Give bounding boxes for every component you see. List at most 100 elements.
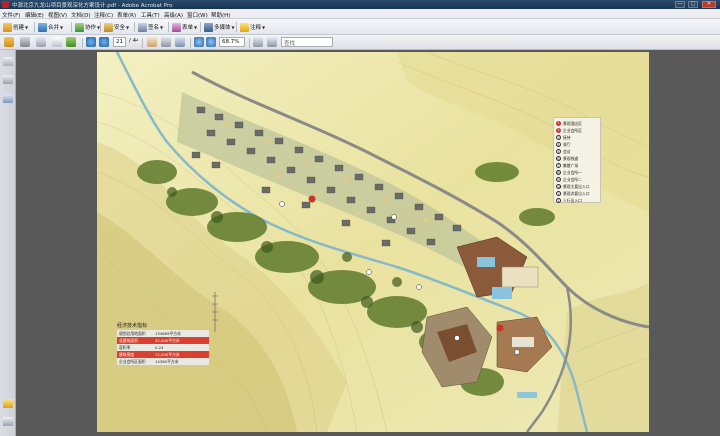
navigation-panel [0, 50, 16, 436]
legend-item: 9 企业会所二 [556, 176, 582, 182]
minimize-button[interactable]: — [675, 1, 685, 8]
legend-item: 10 景观主要出入口 [556, 183, 590, 189]
comment-button[interactable]: 注释 ▼ [240, 21, 265, 33]
zoom-level-select[interactable]: 68.7% [219, 37, 245, 47]
toolbar-separator [71, 22, 72, 32]
site-plan-image [97, 52, 649, 432]
menu-help[interactable]: 帮助(H) [211, 11, 230, 19]
chevron-down-icon: ▼ [231, 24, 235, 30]
legend-item: 5 会议 [556, 148, 571, 154]
toolbar-separator [190, 38, 191, 48]
chevron-down-icon: ▼ [25, 24, 29, 30]
maximize-button[interactable]: □ [688, 1, 698, 8]
open-folder-icon[interactable] [4, 37, 14, 47]
zoom-tool-icon[interactable] [175, 37, 185, 47]
forms-icon [172, 22, 181, 32]
toolbar-separator [34, 22, 35, 32]
create-button[interactable]: 创建 ▼ [3, 21, 28, 33]
fit-page-icon[interactable] [253, 37, 263, 47]
table-row: 建筑密度 12,000平方米 [117, 351, 209, 358]
legend-item: 11 景观次要出入口 [556, 190, 590, 196]
toolbar-separator [142, 38, 143, 48]
table-row: 总建筑面积 32,000平方米 [117, 337, 209, 344]
acrobat-icon [2, 1, 9, 8]
toolbar-separator [82, 38, 83, 48]
collaborate-icon [75, 22, 84, 32]
collaborate-button[interactable]: 协作 ▼ [75, 21, 100, 33]
hand-tool-icon[interactable] [147, 37, 157, 47]
legend-item: 3 接待 [556, 134, 571, 140]
legend-item: 12 人行出入口 [556, 197, 582, 203]
navigation-toolbar: 21 / 44 68.7% 查找 [0, 35, 720, 50]
menu-edit[interactable]: 编辑(E) [25, 11, 44, 19]
menu-document[interactable]: 文档(D) [71, 11, 91, 19]
close-button[interactable]: ✕ [702, 1, 716, 8]
page-icon[interactable] [52, 37, 62, 47]
toolbar-separator [168, 22, 169, 32]
menu-advanced[interactable]: 高级(A) [164, 11, 183, 19]
legend-item: 7 集散广场 [556, 162, 579, 168]
menu-tools[interactable]: 工具(T) [141, 11, 160, 19]
task-toolbar: 创建 ▼ 合并 ▼ 协作 ▼ 安全 ▼ 签名 ▼ 表单 ▼ 多媒体 ▼ 注释 ▼ [0, 19, 720, 35]
forms-button[interactable]: 表单 ▼ [172, 21, 197, 33]
title-bar: 中源北京九龙山项目景观深化方案设计.pdf - Adobe Acrobat Pr… [0, 0, 720, 9]
page-total: / 44 [129, 38, 138, 44]
toolbar-separator [200, 22, 201, 32]
email-icon[interactable] [36, 37, 46, 47]
table-row: 规划总用地面积 134669平方米 [117, 330, 209, 337]
menu-window[interactable]: 窗口(W) [187, 11, 208, 19]
pen-icon [138, 22, 147, 32]
window-title: 中源北京九龙山项目景观深化方案设计.pdf - Adobe Acrobat Pr… [12, 3, 173, 9]
toolbar-separator [134, 22, 135, 32]
menu-view[interactable]: 视图(V) [48, 11, 67, 19]
legend-item: 2 企业会所区 [556, 127, 582, 133]
print-icon[interactable] [20, 37, 30, 47]
chevron-down-icon: ▼ [262, 24, 266, 30]
plan-legend: 1 景观酒店区 2 企业会所区 3 接待 4 餐厅 5 会议 6 景观栈道 7 集散广场 8企… [553, 117, 601, 203]
pages-panel-icon[interactable] [3, 57, 13, 66]
next-page-icon[interactable] [99, 37, 109, 47]
combine-button[interactable]: 合并 ▼ [38, 21, 63, 33]
table-row: 企业会所区面积 14360平方米 [117, 358, 209, 365]
search-input[interactable]: 查找 [281, 37, 333, 47]
signatures-icon[interactable] [3, 94, 13, 103]
sign-button[interactable]: 签名 ▼ [138, 21, 163, 33]
toolbar-separator [236, 22, 237, 32]
zoom-in-icon[interactable] [206, 37, 216, 47]
page-number-input[interactable]: 21 [113, 37, 126, 47]
table-row: 容积率 0.24 [117, 344, 209, 351]
comments-icon[interactable] [3, 399, 13, 408]
menu-bar: 文件(F) 编辑(E) 视图(V) 文档(D) 注释(C) 表单(R) 工具(T… [0, 9, 720, 19]
create-pdf-icon [3, 22, 12, 32]
comment-icon [240, 22, 249, 32]
previous-page-icon[interactable] [86, 37, 96, 47]
attachments-icon[interactable] [3, 75, 13, 84]
zoom-out-icon[interactable] [194, 37, 204, 47]
legend-item: 6 景观栈道 [556, 155, 579, 161]
chevron-down-icon: ▼ [60, 24, 64, 30]
fit-width-icon[interactable] [267, 37, 277, 47]
technical-indicators-table: 经济技术指标 规划总用地面积 134669平方米 总建筑面积 32,000平方米 容… [117, 322, 209, 365]
toolbar-separator [249, 38, 250, 48]
legend-item: 4 餐厅 [556, 141, 571, 147]
legend-item: 1 景观酒店区 [556, 120, 582, 126]
multimedia-button[interactable]: 多媒体 ▼ [204, 21, 235, 33]
select-tool-icon[interactable] [161, 37, 171, 47]
film-icon [204, 22, 213, 32]
menu-forms[interactable]: 表单(R) [117, 11, 136, 19]
combine-icon [38, 22, 47, 32]
table-title: 经济技术指标 [117, 323, 148, 329]
chevron-down-icon: ▼ [194, 24, 198, 30]
upload-icon[interactable] [66, 37, 76, 47]
lock-icon [104, 22, 113, 32]
document-canvas[interactable]: 1 景观酒店区 2 企业会所区 3 接待 4 餐厅 5 会议 6 景观栈道 7 集散广场 8企… [16, 50, 720, 436]
menu-file[interactable]: 文件(F) [2, 11, 20, 19]
toolbar-separator [100, 22, 101, 32]
chevron-down-icon: ▼ [126, 24, 130, 30]
menu-comment[interactable]: 注释(C) [94, 11, 113, 19]
legend-item: 8 企业会所一 [556, 169, 582, 175]
secure-button[interactable]: 安全 ▼ [104, 21, 129, 33]
chevron-down-icon: ▼ [160, 24, 164, 30]
pdf-page: 1 景观酒店区 2 企业会所区 3 接待 4 餐厅 5 会议 6 景观栈道 7 集散广场 8企… [97, 52, 649, 432]
attach-clip-icon[interactable] [3, 417, 13, 426]
